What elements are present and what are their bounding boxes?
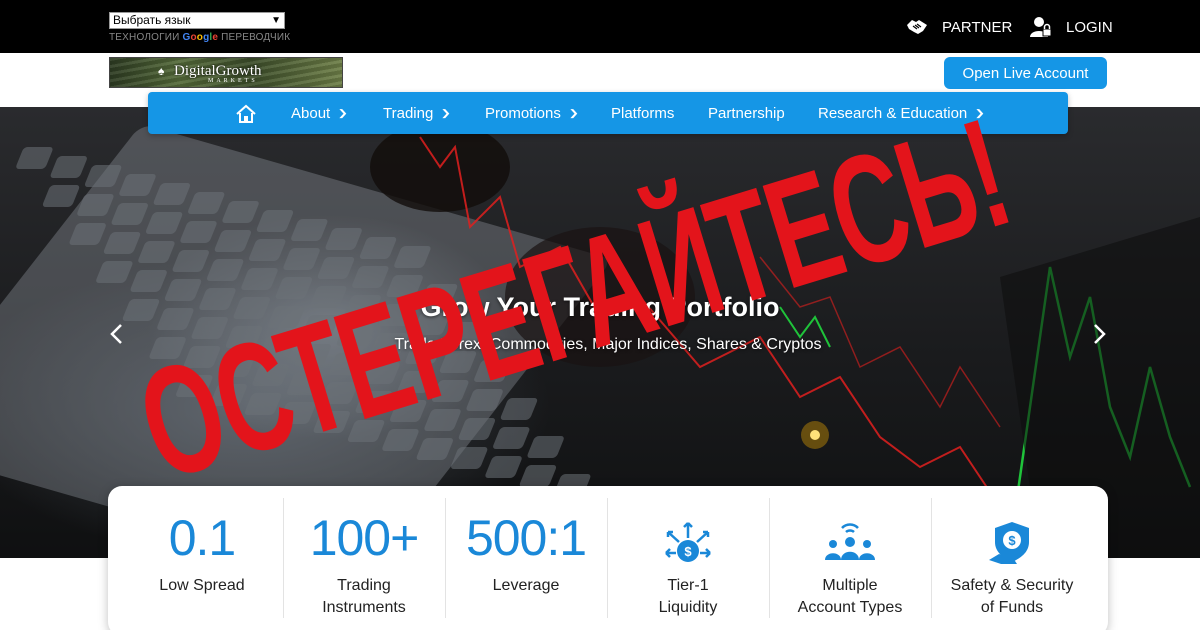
stat-low-spread: 0.1 Low Spread	[121, 486, 283, 630]
partner-link[interactable]: PARTNER	[906, 16, 1012, 38]
login-label: LOGIN	[1066, 18, 1113, 36]
stat-value: 500:1	[465, 510, 587, 566]
stat-label: Trading Instruments	[322, 577, 406, 616]
chevron-down-icon: ❯	[337, 107, 349, 118]
logo-subtitle: MARKETS	[208, 78, 258, 84]
stat-value: 0.1	[168, 510, 237, 566]
stat-label: Safety & Security of Funds	[950, 577, 1074, 616]
user-lock-icon	[1030, 17, 1052, 37]
stat-leverage: 500:1 Leverage	[445, 486, 607, 630]
security-shield-icon: $	[989, 522, 1029, 564]
keyboard-key	[485, 456, 522, 478]
keyboard-key	[519, 465, 557, 487]
svg-text:$: $	[1008, 533, 1016, 548]
login-link[interactable]: LOGIN	[1030, 16, 1113, 38]
site-logo[interactable]: ♠ DigitalGrowth MARKETS	[109, 57, 343, 88]
stats-card: 0.1 Low Spread 100+ Trading Instruments 5…	[108, 486, 1108, 630]
handshake-icon	[907, 20, 927, 34]
stat-security: $ Safety & Security of Funds	[931, 486, 1093, 630]
carousel-prev-arrow-icon[interactable]	[102, 320, 130, 348]
keyboard-key	[16, 147, 53, 169]
carousel-next-arrow-icon[interactable]	[1086, 320, 1114, 348]
open-live-account-button[interactable]: Open Live Account	[944, 57, 1107, 89]
nav-item-promotions[interactable]: Promotions ❯	[485, 92, 579, 134]
keyboard-key	[50, 156, 87, 178]
svg-text:$: $	[684, 544, 692, 559]
account-types-icon	[825, 523, 875, 560]
stat-label: Low Spread	[159, 577, 245, 594]
language-select-value: Выбрать язык	[113, 13, 191, 27]
keyboard-key	[42, 185, 80, 207]
keyboard-key	[527, 436, 564, 458]
stat-label: Multiple Account Types	[797, 577, 903, 616]
nav-item-partnership[interactable]: Partnership	[708, 92, 785, 134]
top-bar: Выбрать язык ▼ ТЕХНОЛОГИИ Google ПЕРЕВОД…	[0, 0, 1200, 53]
liquidity-icon: $	[665, 522, 711, 562]
nav-item-trading[interactable]: Trading ❯	[383, 92, 452, 134]
stat-label: Tier-1 Liquidity	[658, 577, 718, 616]
stat-label: Leverage	[492, 577, 560, 594]
tree-icon: ♠	[158, 64, 165, 78]
chevron-down-icon: ▼	[271, 15, 281, 26]
nav-item-platforms[interactable]: Platforms	[611, 92, 674, 134]
stat-account-types: Multiple Account Types	[769, 486, 931, 630]
chevron-down-icon: ❯	[440, 107, 452, 118]
nav-item-about[interactable]: About ❯	[291, 92, 349, 134]
language-select[interactable]: Выбрать язык ▼	[109, 12, 285, 29]
google-wordmark: Google	[182, 32, 219, 43]
stat-value: 100+	[309, 510, 420, 566]
keyboard-key	[493, 427, 530, 449]
partner-label: PARTNER	[942, 18, 1013, 36]
google-translate-credit[interactable]: ТЕХНОЛОГИИ Google ПЕРЕВОДЧИК	[109, 32, 290, 43]
home-icon[interactable]	[235, 104, 257, 129]
stat-trading-instruments: 100+ Trading Instruments	[283, 486, 445, 630]
stat-liquidity: $ Tier-1 Liquidity	[607, 486, 769, 630]
chevron-down-icon: ❯	[568, 107, 579, 118]
